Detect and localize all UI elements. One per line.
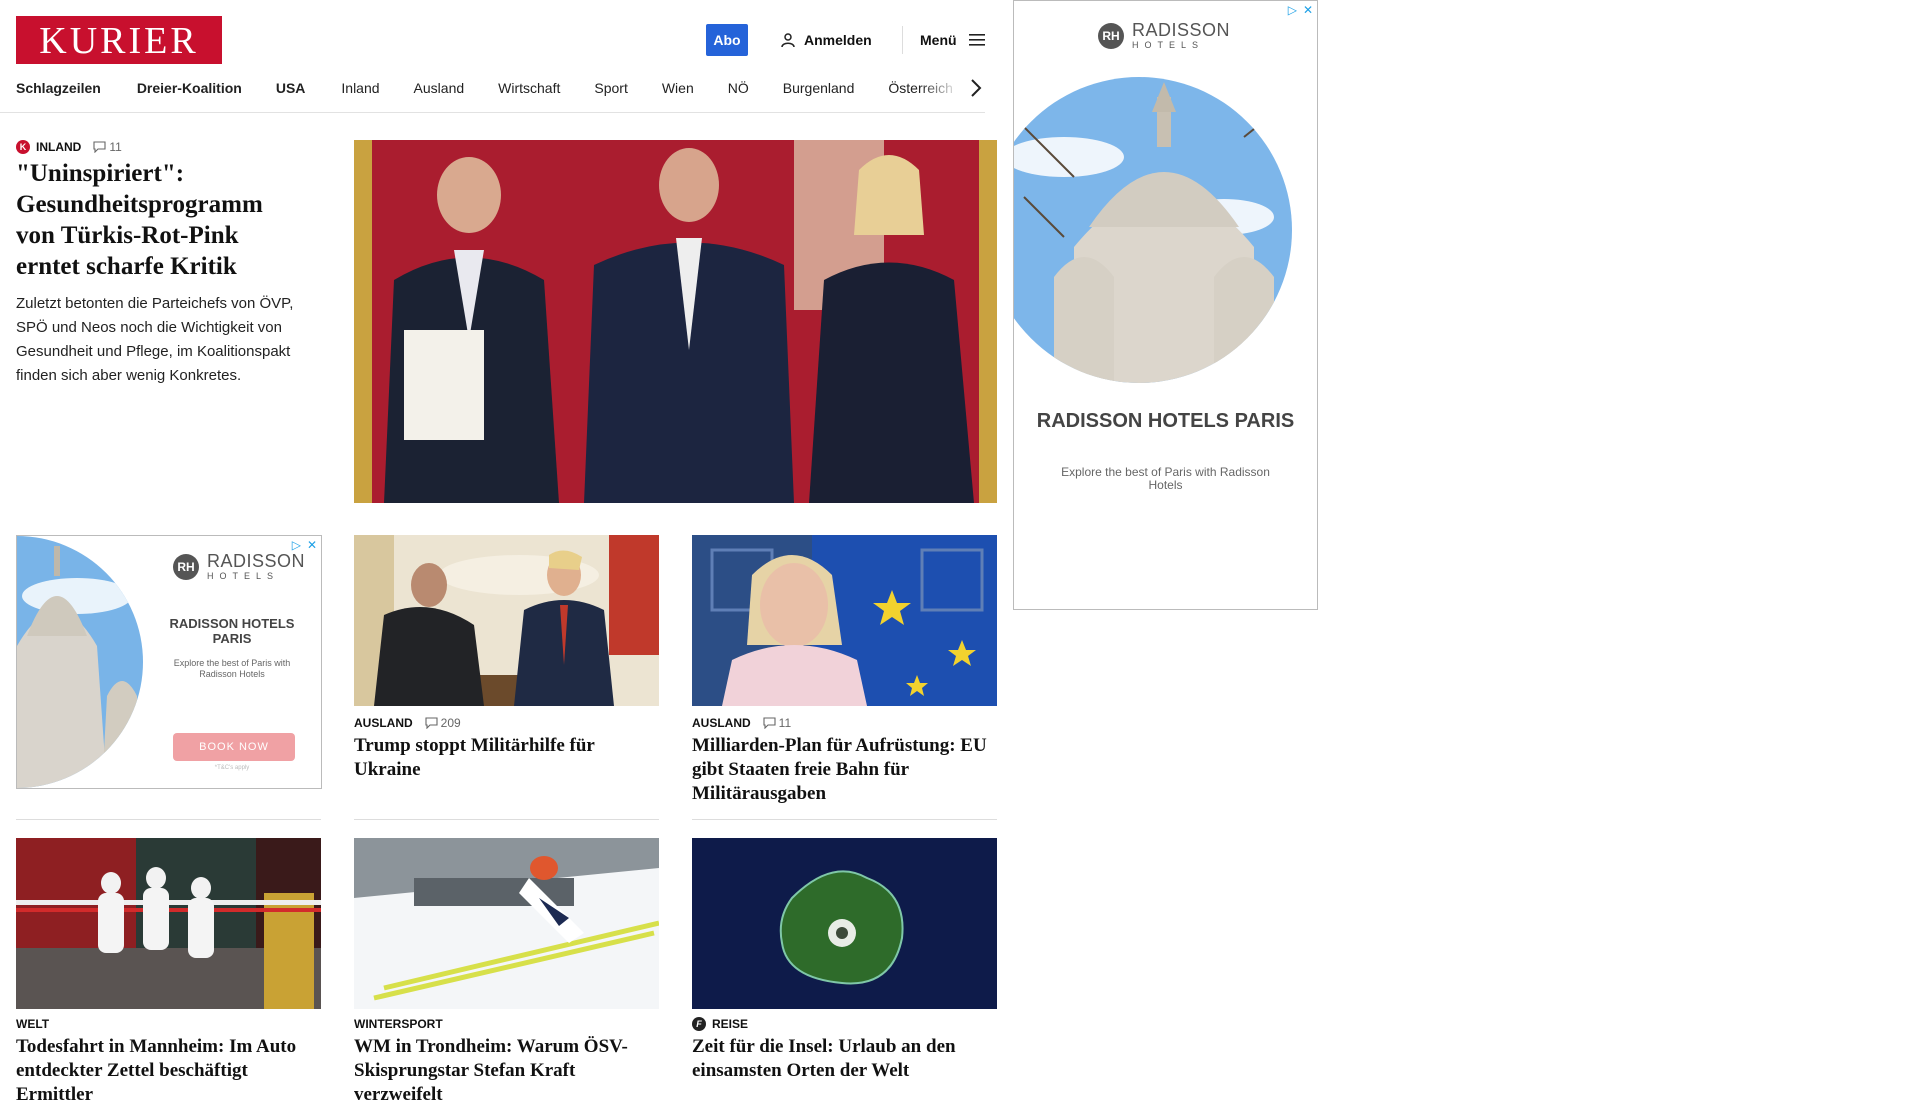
- lead-headline[interactable]: "Uninspiriert": Gesundheitsprogramm von …: [16, 158, 306, 282]
- card-comments: 11: [778, 716, 792, 730]
- ad-banner-small[interactable]: ▷ ✕ RH RADISSON HOTELS RADISSON HOTELS P…: [16, 535, 322, 789]
- card-category[interactable]: WELT: [16, 1017, 49, 1031]
- menu-button[interactable]: Menü: [920, 24, 985, 56]
- nav-item-wirtschaft[interactable]: Wirtschaft: [498, 80, 560, 96]
- card-image-skijump[interactable]: [354, 838, 659, 1009]
- card-headline[interactable]: Trump stoppt Militärhilfe für Ukraine: [354, 734, 654, 782]
- nav-item-wien[interactable]: Wien: [662, 80, 694, 96]
- ad-banner-side[interactable]: ▷ ✕ RH RADISSON HOTELS RADISSON HOTELS P…: [1013, 0, 1318, 610]
- nav-item-ausland[interactable]: Ausland: [414, 80, 465, 96]
- chevron-right-icon[interactable]: [968, 76, 984, 100]
- book-now-button[interactable]: BOOK NOW: [173, 733, 295, 761]
- abo-button[interactable]: Abo: [706, 24, 748, 56]
- radisson-logo-mark: RH: [173, 554, 199, 580]
- freizeit-badge: f: [692, 1017, 706, 1031]
- user-icon: [781, 33, 795, 48]
- nav-fade: [920, 76, 970, 100]
- ad-controls[interactable]: ▷ ✕: [1288, 3, 1313, 17]
- ad-brand: RADISSON: [1132, 20, 1231, 40]
- ad-fineprint: *T&C's apply: [214, 765, 250, 771]
- card-kicker: WINTERSPORT: [354, 1017, 443, 1031]
- nav-item-schlagzeilen[interactable]: Schlagzeilen: [16, 80, 101, 96]
- row-divider: [354, 819, 659, 820]
- hamburger-icon: [968, 34, 985, 46]
- card-image-eu[interactable]: [692, 535, 997, 706]
- ad-controls[interactable]: ▷ ✕: [292, 538, 317, 552]
- row-divider: [16, 819, 321, 820]
- card-kicker: f REISE: [692, 1017, 748, 1031]
- card-image-trump[interactable]: [354, 535, 659, 706]
- lead-kicker: K INLAND 11: [16, 140, 122, 154]
- section-nav: Schlagzeilen Dreier-Koalition USA Inland…: [16, 76, 982, 100]
- adchoices-icon[interactable]: ▷: [1288, 3, 1297, 17]
- kurier-logo[interactable]: KURIER: [16, 16, 222, 64]
- nav-item-dreier-koalition[interactable]: Dreier-Koalition: [137, 80, 242, 96]
- card-category[interactable]: REISE: [712, 1017, 748, 1031]
- lead-comment-count[interactable]: 11: [93, 140, 122, 154]
- lead-teaser: Zuletzt betonten die Parteichefs von ÖVP…: [16, 295, 294, 384]
- ad-description: Explore the best of Paris with Radisson …: [173, 658, 291, 679]
- card-category[interactable]: AUSLAND: [692, 716, 751, 730]
- login-label: Anmelden: [804, 32, 872, 48]
- radisson-logo: RH RADISSON HOTELS: [173, 552, 305, 582]
- card-category[interactable]: AUSLAND: [354, 716, 413, 730]
- ad-brand-sub: HOTELS: [207, 571, 280, 581]
- ad-brand-sub: HOTELS: [1132, 40, 1205, 50]
- adchoices-icon[interactable]: ▷: [292, 538, 301, 552]
- row-divider: [692, 819, 997, 820]
- nav-item-noe[interactable]: NÖ: [728, 80, 749, 96]
- ad-title: RADISSON HOTELS PARIS: [1036, 410, 1295, 432]
- nav-item-inland[interactable]: Inland: [341, 80, 379, 96]
- header-border: [0, 112, 985, 113]
- lead-comments: 11: [109, 140, 122, 154]
- kurier-plus-badge: K: [16, 140, 30, 154]
- card-headline[interactable]: Todesfahrt in Mannheim: Im Auto entdeckt…: [16, 1035, 316, 1107]
- comment-icon: [763, 717, 776, 729]
- menu-label: Menü: [920, 32, 957, 48]
- card-image-mannheim[interactable]: [16, 838, 321, 1009]
- card-kicker: AUSLAND 209: [354, 716, 461, 730]
- card-headline[interactable]: Zeit für die Insel: Urlaub an den einsam…: [692, 1035, 992, 1083]
- lead-category[interactable]: INLAND: [36, 140, 81, 154]
- nav-item-burgenland[interactable]: Burgenland: [783, 80, 855, 96]
- ad-brand: RADISSON: [207, 551, 306, 571]
- login-button[interactable]: Anmelden: [780, 24, 872, 56]
- comment-icon: [93, 141, 106, 153]
- card-headline[interactable]: WM in Trondheim: Warum ÖSV-Skisprungstar…: [354, 1035, 654, 1107]
- nav-item-usa[interactable]: USA: [276, 80, 306, 96]
- card-kicker: AUSLAND 11: [692, 716, 791, 730]
- close-icon[interactable]: ✕: [307, 538, 317, 552]
- comment-icon: [425, 717, 438, 729]
- card-comments: 209: [440, 716, 461, 730]
- lead-image[interactable]: [354, 140, 997, 503]
- card-comment-count[interactable]: 209: [425, 716, 461, 730]
- card-kicker: WELT: [16, 1017, 49, 1031]
- card-headline[interactable]: Milliarden-Plan für Aufrüstung: EU gibt …: [692, 734, 992, 806]
- ad-title: RADISSON HOTELS PARIS: [169, 616, 295, 646]
- card-category[interactable]: WINTERSPORT: [354, 1017, 443, 1031]
- ad-description: Explore the best of Paris with Radisson …: [1061, 465, 1270, 492]
- close-icon[interactable]: ✕: [1303, 3, 1313, 17]
- radisson-logo-mark: RH: [1098, 23, 1124, 49]
- card-comment-count[interactable]: 11: [763, 716, 791, 730]
- header-divider: [902, 26, 903, 54]
- radisson-logo: RH RADISSON HOTELS: [1098, 21, 1230, 51]
- nav-item-sport[interactable]: Sport: [594, 80, 627, 96]
- card-image-island[interactable]: [692, 838, 997, 1009]
